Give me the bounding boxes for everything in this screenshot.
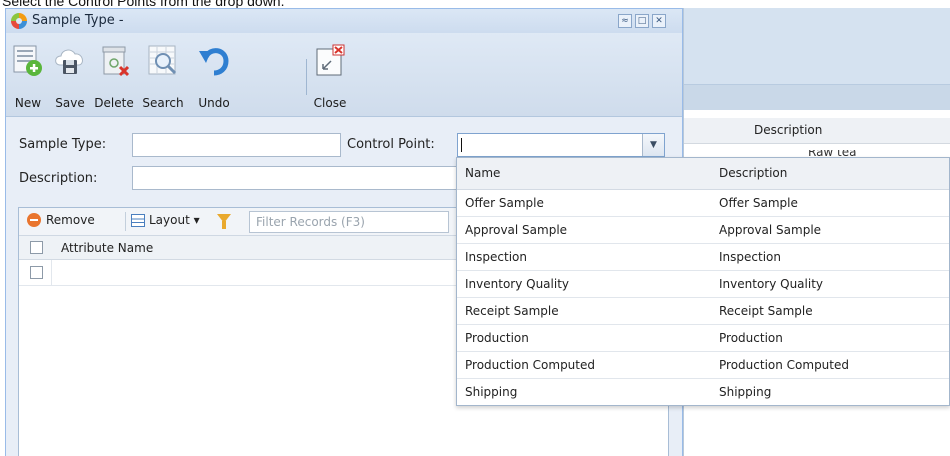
toolbar-separator: [306, 59, 307, 95]
item-description: Inspection: [719, 250, 781, 264]
delete-button[interactable]: Delete: [92, 33, 136, 117]
undo-icon: [199, 48, 229, 76]
item-name: Receipt Sample: [465, 304, 559, 318]
save-cloud-icon: [55, 49, 83, 74]
item-description: Inventory Quality: [719, 277, 824, 291]
background-column-description: Description: [754, 123, 823, 137]
new-label: New: [14, 96, 42, 110]
close-window-icon: [316, 44, 345, 76]
search-grid-icon: [148, 45, 177, 75]
list-item[interactable]: Receipt Sample Receipt Sample: [457, 298, 949, 325]
grid-toolbar-separator: [125, 212, 126, 231]
item-name: Inspection: [465, 250, 527, 264]
save-label: Save: [55, 96, 85, 110]
control-point-label: Control Point:: [347, 137, 435, 152]
sample-type-label: Sample Type:: [19, 137, 107, 152]
list-item[interactable]: Production Computed Production Computed: [457, 352, 949, 379]
undo-button[interactable]: Undo: [194, 33, 234, 117]
sample-type-input[interactable]: [132, 133, 341, 157]
description-input[interactable]: [132, 166, 462, 190]
remove-icon: [27, 213, 41, 227]
item-name: Production: [465, 331, 529, 345]
close-label: Close: [313, 96, 347, 110]
control-point-combo[interactable]: ▼: [457, 133, 665, 157]
filter-records-input[interactable]: Filter Records (F3): [249, 211, 449, 233]
layout-button[interactable]: Layout ▾: [131, 213, 200, 231]
list-item[interactable]: Shipping Shipping: [457, 379, 949, 406]
search-button[interactable]: Search: [140, 33, 186, 117]
description-label: Description:: [19, 171, 98, 186]
row-checkbox[interactable]: [30, 266, 43, 279]
control-point-dropdown: Name Description Offer Sample Offer Sampl…: [456, 157, 950, 406]
item-name: Inventory Quality: [465, 277, 570, 291]
undo-label: Undo: [198, 96, 230, 110]
restore-button[interactable]: ≈: [618, 14, 632, 28]
item-description: Approval Sample: [719, 223, 822, 237]
save-button[interactable]: Save: [52, 33, 88, 117]
background-window-toolbar: [684, 84, 950, 110]
row-separator: [51, 260, 52, 286]
filter-icon[interactable]: [217, 214, 231, 229]
list-item[interactable]: Inspection Inspection: [457, 244, 949, 271]
text-caret: [461, 138, 462, 152]
select-all-checkbox[interactable]: [30, 241, 43, 254]
layout-label: Layout ▾: [149, 213, 200, 227]
item-name: Approval Sample: [465, 223, 568, 237]
item-name: Offer Sample: [465, 196, 544, 210]
app-logo-icon: [11, 13, 27, 29]
close-window-button[interactable]: ✕: [652, 14, 666, 28]
delete-icon: [102, 46, 130, 77]
close-button[interactable]: Close: [310, 33, 350, 117]
remove-label: Remove: [46, 213, 95, 227]
item-description: Production: [719, 331, 783, 345]
maximize-button[interactable]: □: [635, 14, 649, 28]
item-description: Offer Sample: [719, 196, 798, 210]
background-column-header: Description: [684, 118, 950, 144]
item-description: Receipt Sample: [719, 304, 813, 318]
dropdown-header: Name Description: [457, 158, 949, 190]
list-item[interactable]: Offer Sample Offer Sample: [457, 190, 949, 217]
search-label: Search: [142, 96, 184, 110]
dropdown-column-name: Name: [465, 166, 501, 180]
list-item[interactable]: Production Production: [457, 325, 949, 352]
window-title: Sample Type -: [32, 13, 124, 28]
dropdown-chevron-icon[interactable]: ▼: [642, 134, 664, 156]
delete-label: Delete: [94, 96, 134, 110]
item-name: Shipping: [465, 385, 518, 399]
dropdown-column-description: Description: [719, 166, 788, 180]
attribute-name-column[interactable]: Attribute Name: [61, 241, 153, 255]
main-toolbar: New Save Delete Search Undo Close: [6, 33, 682, 117]
remove-button[interactable]: Remove: [27, 213, 95, 231]
list-item[interactable]: Approval Sample Approval Sample: [457, 217, 949, 244]
item-name: Production Computed: [465, 358, 595, 372]
item-description: Shipping: [719, 385, 772, 399]
new-record-icon: [13, 45, 42, 76]
window-titlebar[interactable]: Sample Type - ≈ □ ✕: [6, 9, 682, 33]
layout-icon: [131, 214, 145, 227]
list-item[interactable]: Inventory Quality Inventory Quality: [457, 271, 949, 298]
item-description: Production Computed: [719, 358, 849, 372]
new-button[interactable]: New: [10, 33, 46, 117]
